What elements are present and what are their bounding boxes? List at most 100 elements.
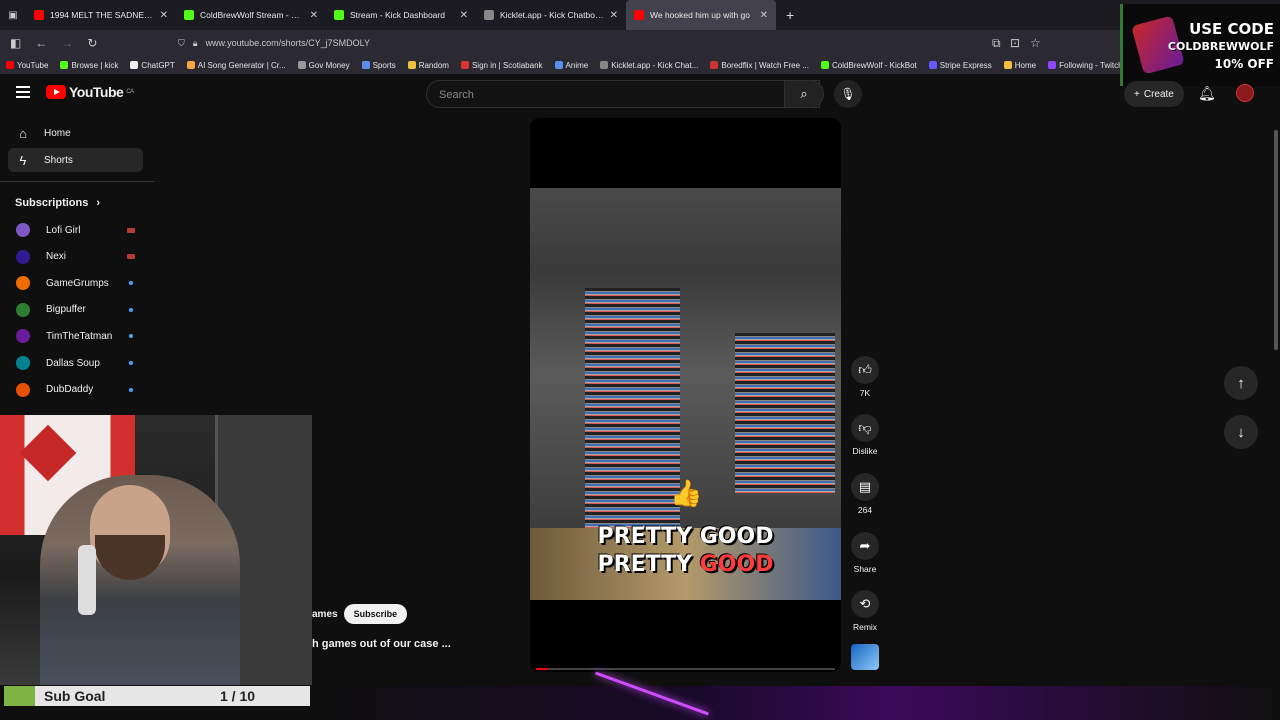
bookmark-item[interactable]: Sports	[361, 60, 396, 70]
bookmark-favicon-icon	[361, 61, 370, 69]
youtube-logo[interactable]: YouTube CA	[46, 84, 134, 100]
url-text: www.youtube.com/shorts/CY_j7SMDOLY	[205, 38, 370, 48]
star-icon[interactable]: ☆	[1030, 36, 1041, 50]
reload-icon[interactable]: ↻	[87, 36, 97, 50]
subscription-item[interactable]: DubDaddy	[8, 379, 143, 401]
address-bar[interactable]: ⛉ 🔒︎ www.youtube.com/shorts/CY_j7SMDOLY	[178, 33, 1020, 53]
bookmark-label: Home	[1014, 60, 1037, 70]
subscription-name: Lofi Girl	[46, 224, 81, 236]
voice-search-button[interactable]: 🎙︎	[834, 80, 862, 108]
sidebar-item-shorts[interactable]: ϟ Shorts	[8, 148, 143, 172]
youtube-favicon-icon	[34, 10, 44, 20]
video-progress-bar[interactable]	[536, 668, 835, 670]
short-caption[interactable]: h games out of our case ...	[312, 638, 451, 650]
plus-icon: +	[1134, 88, 1140, 100]
short-video-player[interactable]: 👍 PRETTY GOOD PRETTY GOOD	[530, 118, 841, 672]
thumbs-down-icon: 👎︎	[851, 414, 879, 442]
bookmark-item[interactable]: Kicklet.app - Kick Chat...	[600, 61, 698, 70]
comments-button[interactable]: ▤ 264	[845, 473, 885, 515]
previous-short-button[interactable]: ↑	[1224, 366, 1258, 400]
bookmark-item[interactable]: Home	[1003, 60, 1037, 70]
remix-label: Remix	[852, 622, 878, 632]
subscribe-button[interactable]: Subscribe	[343, 604, 408, 624]
bookmark-item[interactable]: Gov Money	[297, 60, 350, 70]
channel-avatar	[16, 302, 30, 317]
arrow-up-icon: ↑	[1237, 374, 1245, 392]
bookmark-label: Stripe Express	[939, 60, 992, 70]
tab-title: Kicklet.app - Kick Chatbot and	[500, 10, 604, 20]
share-button[interactable]: ➦ Share	[845, 532, 885, 574]
stream-overlay-decoration	[312, 686, 1280, 720]
bookmark-label: Random	[418, 60, 449, 70]
search-input[interactable]: Search	[426, 80, 820, 108]
bookmarks-bar: YouTube Browse | kick ChatGPT AI Song Gener…	[0, 56, 1280, 74]
subscription-item[interactable]: Nexi	[8, 246, 143, 268]
new-content-dot-icon	[129, 361, 133, 365]
subscription-item[interactable]: Bigpuffer	[8, 299, 143, 321]
arrow-down-icon: ↓	[1237, 423, 1245, 441]
close-tab-icon[interactable]: ✕	[160, 10, 168, 21]
create-button[interactable]: + Create	[1124, 81, 1184, 107]
menu-icon[interactable]	[16, 86, 30, 98]
sub-goal-label: Sub Goal	[44, 688, 106, 704]
comment-icon: ▤	[851, 473, 879, 501]
scrollbar[interactable]	[1274, 130, 1278, 350]
bookmark-label: Sports	[372, 60, 396, 70]
browser-tab[interactable]: Stream - Kick Dashboard ✕	[326, 0, 476, 30]
bookmark-item[interactable]: Sign in | Scotiabank	[460, 61, 543, 70]
browser-tab[interactable]: ColdBrewWolf Stream - Watch l ✕	[176, 0, 326, 30]
account-avatar[interactable]	[1236, 84, 1254, 102]
pocket-icon[interactable]: ⊡	[1010, 36, 1020, 50]
close-tab-icon[interactable]: ✕	[310, 10, 318, 21]
tab-title: We hooked him up with go	[650, 10, 751, 20]
sidebar-toggle-icon[interactable]: ◧	[10, 36, 21, 50]
like-button[interactable]: 👍︎ 7K	[845, 356, 885, 398]
notifications-bell-icon[interactable]: 🔔︎	[1198, 85, 1216, 102]
close-tab-icon[interactable]: ✕	[460, 10, 468, 21]
bookmark-label: Following - Twitch	[1059, 60, 1123, 70]
pip-icon[interactable]: ⧉	[992, 36, 1001, 51]
bookmark-favicon-icon	[1048, 61, 1057, 69]
subscription-item[interactable]: Dallas Soup	[8, 352, 143, 374]
bookmark-item[interactable]: Browse | kick	[60, 61, 118, 70]
bookmark-label: Gov Money	[308, 60, 350, 70]
channel-avatar	[16, 382, 30, 397]
browser-tab[interactable]: Kicklet.app - Kick Chatbot and ✕	[476, 0, 626, 30]
close-tab-icon[interactable]: ✕	[610, 10, 618, 21]
remix-button[interactable]: ⟲ Remix	[845, 590, 885, 632]
next-short-button[interactable]: ↓	[1224, 415, 1258, 449]
channel-row: ames Subscribe	[312, 604, 408, 624]
bookmark-item[interactable]: ChatGPT	[130, 61, 175, 70]
forward-icon[interactable]: →	[61, 36, 73, 50]
bookmark-item[interactable]: Anime	[554, 61, 588, 70]
game-shelf-image	[585, 288, 680, 528]
kick-favicon-icon	[184, 10, 194, 20]
bookmark-item[interactable]: Following - Twitch	[1048, 60, 1123, 70]
subscription-item[interactable]: GameGrumps	[8, 272, 143, 294]
bookmark-item[interactable]: YouTube	[6, 61, 48, 70]
channel-name[interactable]: ames	[312, 609, 338, 620]
bookmark-item[interactable]: Stripe Express	[928, 60, 992, 70]
back-icon[interactable]: ←	[35, 36, 47, 50]
bookmark-item[interactable]: ColdBrewWolf - KickBot	[820, 61, 917, 70]
bookmark-item[interactable]: Random	[407, 60, 449, 70]
sidebar-item-home[interactable]: ⌂ Home	[8, 121, 143, 145]
video-overlay-text-1: PRETTY GOOD	[597, 524, 774, 549]
subscription-item[interactable]: Lofi Girl	[8, 219, 143, 241]
search-button[interactable]: ⌕	[784, 80, 824, 108]
bookmark-favicon-icon	[186, 61, 195, 69]
browser-tab-active[interactable]: We hooked him up with go ✕	[626, 0, 776, 30]
bookmark-item[interactable]: AI Song Generator | Cr...	[186, 61, 286, 70]
dislike-button[interactable]: 👎︎ Dislike	[845, 414, 885, 456]
browser-tab[interactable]: 1994 MELT THE SADNESS // D ✕	[26, 0, 176, 30]
video-frame[interactable]: 👍 PRETTY GOOD PRETTY GOOD	[530, 188, 841, 600]
sound-thumbnail[interactable]	[851, 644, 879, 670]
channel-avatar	[16, 249, 30, 264]
subscriptions-header[interactable]: Subscriptions ›	[15, 197, 100, 209]
new-tab-icon[interactable]: +	[776, 7, 804, 23]
tab-overview-icon[interactable]: ▣	[0, 10, 26, 21]
bookmark-favicon-icon	[1003, 61, 1012, 69]
bookmark-item[interactable]: Boredflix | Watch Free ...	[710, 61, 809, 70]
close-tab-icon[interactable]: ✕	[760, 10, 768, 21]
subscription-item[interactable]: TimTheTatman	[8, 325, 143, 347]
